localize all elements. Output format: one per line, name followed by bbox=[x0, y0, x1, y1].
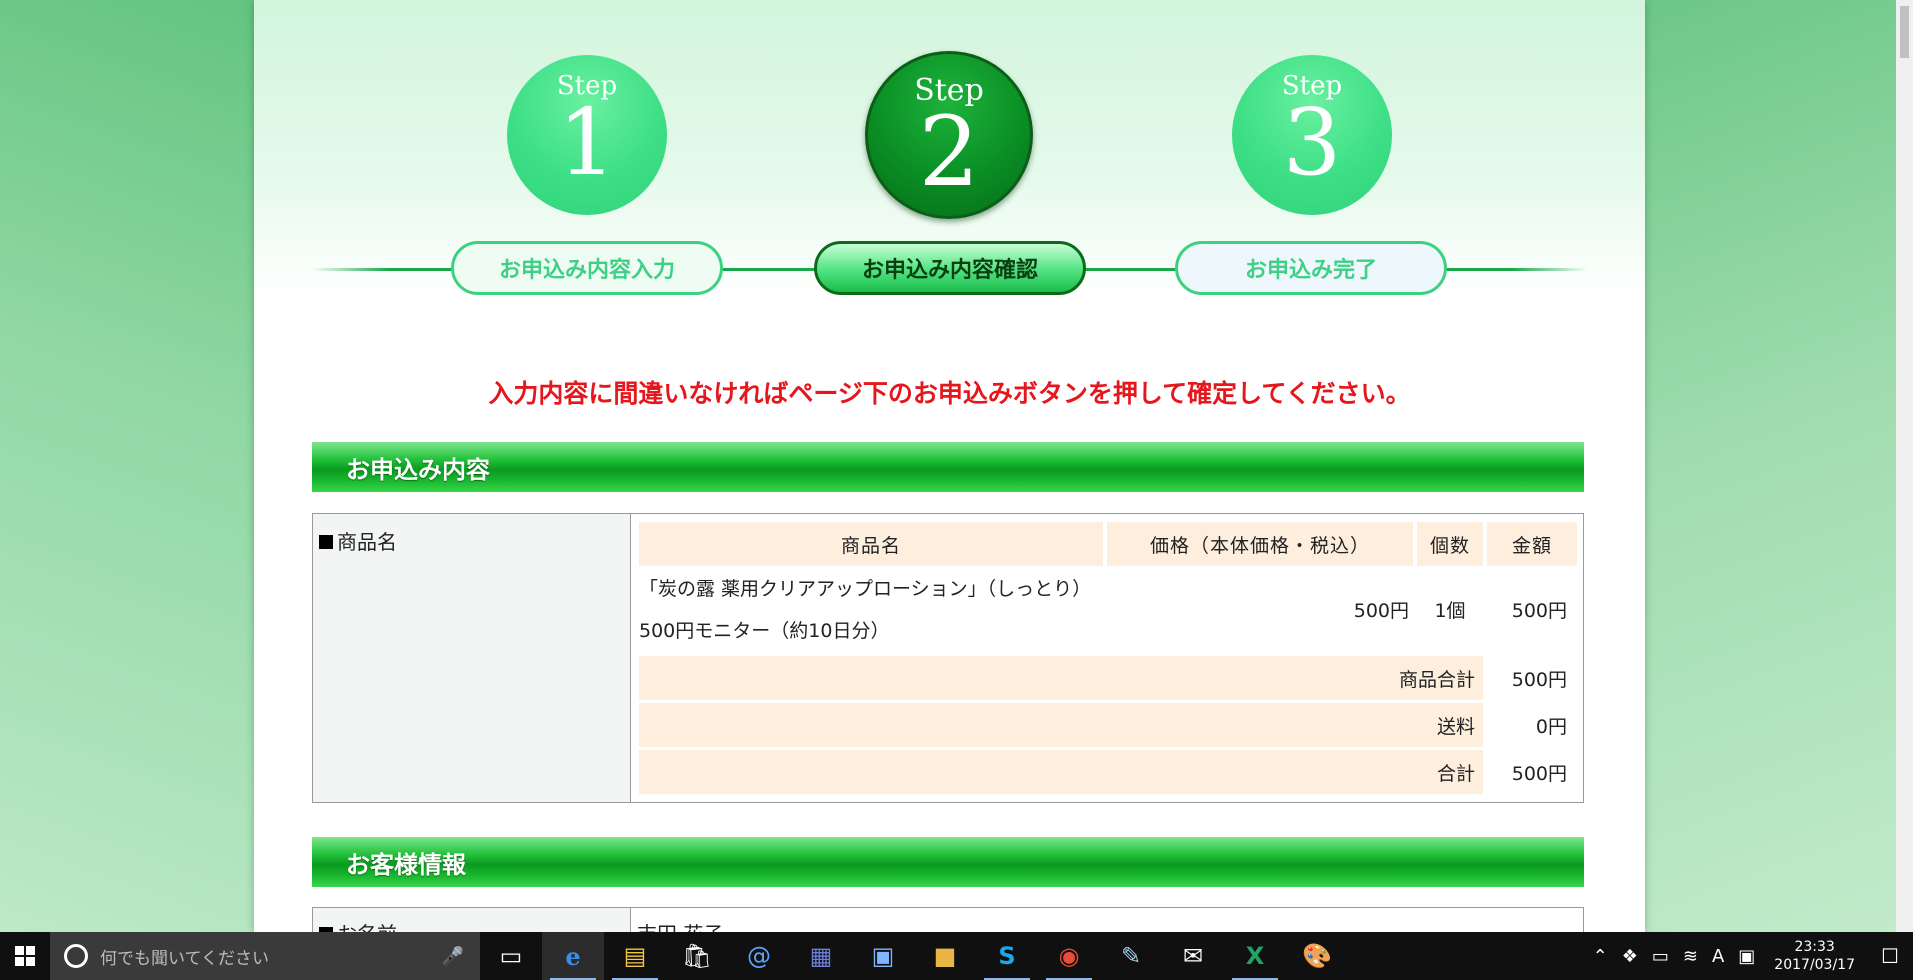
excel-icon[interactable]: X bbox=[1224, 932, 1286, 980]
step-1-label: お申込み内容入力 bbox=[451, 241, 723, 295]
taskbar: 何でも聞いてください 🎤 ▭ e ▤ 🛍 @ ▦ ▣ ■ S ◉ ✎ ✉ X 🎨… bbox=[0, 932, 1913, 980]
step-2-number: 2 bbox=[918, 96, 980, 208]
notes-icon[interactable]: ✎ bbox=[1100, 932, 1162, 980]
order-section-header: お申込み内容 bbox=[312, 442, 1584, 492]
edge-icon[interactable]: e bbox=[542, 932, 604, 980]
windows-logo-icon bbox=[15, 946, 35, 966]
battery-icon[interactable]: ▭ bbox=[1645, 946, 1676, 967]
item-variant: 500円モニター（約10日分） bbox=[639, 619, 890, 642]
clock-time: 23:33 bbox=[1794, 939, 1835, 955]
scrollbar-thumb[interactable] bbox=[1900, 6, 1909, 58]
header-product: 商品名 bbox=[639, 522, 1103, 566]
store-icon[interactable]: 🛍 bbox=[666, 932, 728, 980]
desktop-background-left bbox=[0, 0, 254, 932]
skype-icon[interactable]: S bbox=[976, 932, 1038, 980]
order-table: 商品名 商品名 価格（本体価格・税込） 個数 金額 「炭の露 薬用クリアアップロ… bbox=[312, 513, 1584, 803]
search-placeholder: 何でも聞いてください bbox=[100, 948, 269, 969]
order-row-label-text: 商品名 bbox=[337, 530, 397, 554]
subtotal-label: 商品合計 bbox=[639, 656, 1483, 700]
chevron-up-icon[interactable]: ⌃ bbox=[1586, 946, 1615, 967]
step-1-circle: Step 1 bbox=[507, 55, 667, 215]
notification-center-icon[interactable]: ☐ bbox=[1867, 944, 1913, 968]
shipping-label: 送料 bbox=[639, 703, 1483, 747]
paint-palette-icon[interactable]: 🎨 bbox=[1286, 932, 1348, 980]
ime-mode-icon[interactable]: A bbox=[1705, 946, 1731, 967]
mail-at-icon[interactable]: @ bbox=[728, 932, 790, 980]
order-detail: 商品名 価格（本体価格・税込） 個数 金額 「炭の露 薬用クリアアップローション… bbox=[631, 514, 1583, 802]
bullet-square-icon bbox=[319, 535, 333, 549]
customer-table: お名前 吉田 花子 bbox=[312, 907, 1584, 932]
total-label: 合計 bbox=[639, 750, 1483, 794]
step-1-number: 1 bbox=[557, 89, 617, 196]
item-qty: 1個 bbox=[1434, 599, 1466, 622]
desktop-background-right bbox=[1643, 0, 1913, 932]
mail-envelope-icon[interactable]: ✉ bbox=[1162, 932, 1224, 980]
customer-section-header: お客様情報 bbox=[312, 837, 1584, 887]
taskbar-search[interactable]: 何でも聞いてください 🎤 bbox=[50, 932, 480, 980]
wifi-icon[interactable]: ≋ bbox=[1676, 946, 1705, 967]
task-view-icon[interactable]: ▭ bbox=[480, 932, 542, 980]
header-qty: 個数 bbox=[1417, 522, 1483, 566]
step-2-circle: Step 2 bbox=[865, 51, 1033, 219]
step-3-circle: Step 3 bbox=[1232, 55, 1392, 215]
subtotal-value: 500円 bbox=[1511, 668, 1567, 691]
header-amount: 金額 bbox=[1487, 522, 1577, 566]
clock-date: 2017/03/17 bbox=[1774, 957, 1855, 973]
file-explorer-icon[interactable]: ▤ bbox=[604, 932, 666, 980]
header-price: 価格（本体価格・税込） bbox=[1107, 522, 1413, 566]
item-name: 「炭の露 薬用クリアアップローション」（しっとり） bbox=[639, 577, 1092, 600]
dropbox-icon[interactable]: ❖ bbox=[1615, 946, 1645, 967]
microphone-icon[interactable]: 🎤 bbox=[442, 946, 464, 967]
customer-name-value: 吉田 花子 bbox=[631, 908, 729, 932]
news-icon[interactable]: ▣ bbox=[852, 932, 914, 980]
step-3-number: 3 bbox=[1282, 89, 1342, 196]
start-button[interactable] bbox=[0, 932, 50, 980]
browser-page: Step 1 お申込み内容入力 Step 2 お申込み内容確認 Step 3 お… bbox=[254, 0, 1645, 932]
chrome-icon[interactable]: ◉ bbox=[1038, 932, 1100, 980]
page-scrollbar[interactable] bbox=[1896, 0, 1913, 932]
clock[interactable]: 23:33 2017/03/17 bbox=[1762, 938, 1867, 974]
ime-pad-icon[interactable]: ▣ bbox=[1731, 946, 1762, 967]
step-3-label: お申込み完了 bbox=[1175, 241, 1447, 295]
item-amount: 500円 bbox=[1511, 599, 1567, 622]
customer-name-label-text: お名前 bbox=[337, 922, 397, 932]
calculator-grid-icon[interactable]: ▦ bbox=[790, 932, 852, 980]
total-value: 500円 bbox=[1511, 762, 1567, 785]
shipping-value: 0円 bbox=[1535, 715, 1567, 738]
item-price: 500円 bbox=[1353, 599, 1409, 622]
cortana-icon bbox=[64, 944, 88, 968]
confirmation-notice: 入力内容に間違いなければページ下のお申込みボタンを押して確定してください。 bbox=[488, 379, 1411, 408]
step-2-label: お申込み内容確認 bbox=[814, 241, 1086, 295]
order-row-label: 商品名 bbox=[313, 514, 631, 802]
customer-name-label: お名前 bbox=[313, 908, 631, 932]
system-tray: ⌃ ❖ ▭ ≋ A ▣ 23:33 2017/03/17 ☐ bbox=[1586, 932, 1913, 980]
paint-app-icon[interactable]: ■ bbox=[914, 932, 976, 980]
